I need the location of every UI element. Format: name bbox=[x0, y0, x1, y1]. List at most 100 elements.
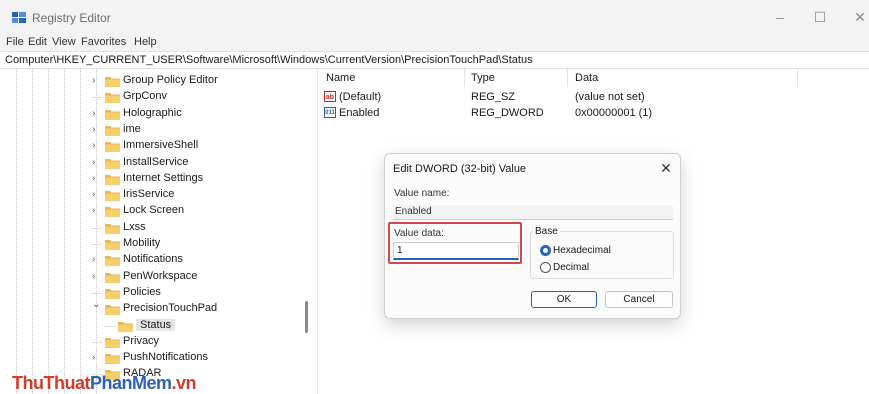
close-window-button[interactable]: ✕ bbox=[850, 8, 869, 26]
tree-connector bbox=[92, 341, 102, 343]
column-header-type[interactable]: Type bbox=[471, 72, 495, 84]
tree-item[interactable]: › ImmersiveShell bbox=[92, 138, 307, 154]
menu-view[interactable]: View bbox=[52, 36, 76, 48]
menu-file[interactable]: File bbox=[6, 36, 24, 48]
tree-guide-line bbox=[16, 69, 17, 394]
tree-connector bbox=[92, 227, 102, 229]
tree-guide-line bbox=[80, 69, 81, 394]
ok-button[interactable]: OK bbox=[531, 291, 597, 308]
pane-splitter[interactable] bbox=[317, 69, 320, 394]
menu-edit[interactable]: Edit bbox=[28, 36, 47, 48]
tree-item[interactable]: › Internet Settings bbox=[92, 171, 307, 187]
value-data: 0x00000001 (1) bbox=[575, 107, 653, 119]
tree-item-label: Notifications bbox=[123, 253, 183, 266]
folder-icon bbox=[105, 288, 120, 299]
maximize-button[interactable]: ☐ bbox=[810, 8, 830, 26]
dialog-title: Edit DWORD (32-bit) Value bbox=[393, 163, 527, 175]
tree-item[interactable]: › InstallService bbox=[92, 155, 307, 171]
chevron-right-icon[interactable]: › bbox=[92, 352, 100, 363]
column-separator[interactable] bbox=[567, 69, 568, 87]
column-header-data[interactable]: Data bbox=[575, 72, 598, 84]
chevron-right-icon[interactable]: › bbox=[92, 157, 100, 168]
chevron-right-icon[interactable]: › bbox=[92, 108, 100, 119]
watermark-part-1: ThuThuat bbox=[12, 373, 90, 393]
folder-icon bbox=[105, 125, 120, 136]
tree-item[interactable]: › Notifications bbox=[92, 252, 307, 268]
value-name: Enabled bbox=[339, 107, 380, 119]
tree-item-label: Lock Screen bbox=[123, 204, 185, 217]
tree-item[interactable]: › Lock Screen bbox=[92, 203, 307, 219]
key-tree[interactable]: › Group Policy Editor GrpConv › Holographic ›… bbox=[0, 69, 315, 394]
folder-icon bbox=[105, 240, 120, 250]
tree-item[interactable]: Privacy bbox=[92, 334, 307, 350]
folder-icon bbox=[105, 93, 120, 104]
chevron-down-icon[interactable]: ⌄ bbox=[92, 299, 100, 310]
title-bar: Registry Editor – ☐ ✕ bbox=[0, 0, 869, 34]
value-row[interactable]: ab (Default) REG_SZ (value not set) bbox=[321, 89, 861, 105]
tree-item[interactable]: › Group Policy Editor bbox=[92, 73, 307, 89]
tree-item[interactable]: Status bbox=[105, 318, 315, 334]
chevron-right-icon[interactable]: › bbox=[92, 173, 100, 184]
column-separator[interactable] bbox=[464, 69, 465, 87]
folder-icon bbox=[105, 191, 120, 202]
tree-item[interactable]: › ime bbox=[92, 122, 307, 138]
tree-item-label: GrpConv bbox=[123, 90, 168, 103]
hexadecimal-radio-label[interactable]: Hexadecimal bbox=[553, 245, 611, 256]
menu-help[interactable]: Help bbox=[134, 36, 157, 48]
decimal-radio[interactable] bbox=[540, 262, 551, 273]
menu-bar: File Edit View Favorites Help bbox=[0, 34, 869, 51]
folder-icon bbox=[105, 223, 120, 234]
tree-item-label: ime bbox=[123, 122, 141, 135]
chevron-right-icon[interactable]: › bbox=[92, 140, 100, 151]
dialog-close-icon[interactable]: ✕ bbox=[657, 159, 675, 177]
tree-item[interactable]: GrpConv bbox=[92, 89, 307, 105]
value-data-input[interactable] bbox=[393, 242, 519, 260]
chevron-right-icon[interactable]: › bbox=[92, 75, 100, 86]
chevron-right-icon[interactable]: › bbox=[92, 271, 100, 282]
tree-item[interactable]: Lxss bbox=[92, 220, 307, 236]
watermark-part-2: PhanMem bbox=[89, 373, 172, 393]
watermark-logo: ThuThuatPhanMem.vn bbox=[12, 373, 197, 394]
folder-icon bbox=[105, 109, 120, 120]
tree-item[interactable]: ⌄ PrecisionTouchPad bbox=[92, 299, 307, 317]
tree-item[interactable]: Mobility bbox=[92, 236, 307, 252]
tree-connector bbox=[92, 292, 102, 294]
tree-item[interactable]: Policies bbox=[92, 285, 307, 301]
minimize-button[interactable]: – bbox=[770, 8, 790, 26]
tree-item[interactable]: › IrisService bbox=[92, 187, 307, 203]
address-bar[interactable]: Computer\HKEY_CURRENT_USER\Software\Micr… bbox=[0, 51, 869, 69]
tree-item-label: Mobility bbox=[123, 237, 161, 249]
chevron-right-icon[interactable]: › bbox=[92, 189, 100, 200]
value-row[interactable]: 011 Enabled REG_DWORD 0x00000001 (1) bbox=[321, 105, 861, 121]
folder-icon bbox=[105, 256, 120, 267]
tree-item-label: IrisService bbox=[123, 188, 175, 201]
tree-item[interactable]: › PenWorkspace bbox=[92, 269, 307, 285]
chevron-right-icon[interactable]: › bbox=[92, 124, 100, 135]
hexadecimal-radio[interactable] bbox=[540, 245, 551, 256]
tree-connector bbox=[92, 244, 102, 245]
menu-favorites[interactable]: Favorites bbox=[81, 36, 126, 48]
folder-icon bbox=[105, 305, 120, 316]
tree-item[interactable]: › Holographic bbox=[92, 106, 307, 122]
value-name-label: Value name: bbox=[394, 188, 450, 199]
folder-icon bbox=[105, 158, 120, 169]
folder-icon bbox=[105, 354, 120, 365]
value-type: REG_SZ bbox=[471, 91, 516, 103]
value-data: (value not set) bbox=[575, 91, 645, 103]
value-name-field: Enabled bbox=[393, 205, 673, 220]
tree-item-label: Status bbox=[136, 318, 176, 331]
tree-guide-line bbox=[64, 69, 65, 394]
column-separator[interactable] bbox=[797, 69, 798, 87]
decimal-radio-label[interactable]: Decimal bbox=[553, 262, 589, 273]
tree-guide-line bbox=[32, 69, 33, 394]
column-header-name[interactable]: Name bbox=[326, 72, 355, 84]
tree-item[interactable]: › PushNotifications bbox=[92, 350, 307, 366]
chevron-right-icon[interactable]: › bbox=[92, 205, 100, 216]
tree-item-label: Internet Settings bbox=[123, 171, 204, 184]
tree-item-label: Lxss bbox=[123, 220, 146, 233]
base-group-label: Base bbox=[533, 226, 560, 237]
tree-item-label: PushNotifications bbox=[123, 351, 208, 364]
chevron-right-icon[interactable]: › bbox=[92, 254, 100, 265]
cancel-button[interactable]: Cancel bbox=[605, 291, 673, 308]
folder-icon bbox=[105, 77, 120, 87]
